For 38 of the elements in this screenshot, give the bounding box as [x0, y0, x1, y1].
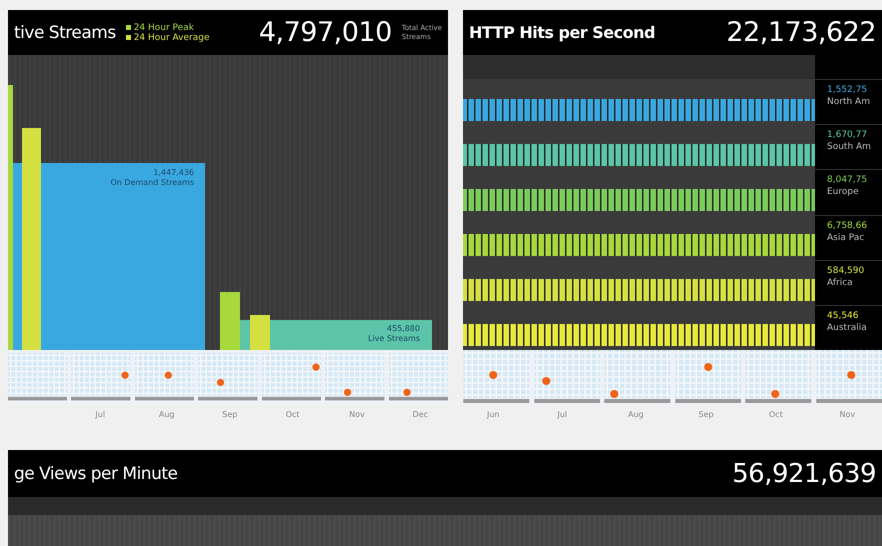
region-value: 1,670,77: [827, 129, 868, 142]
region-value: 8,047,75: [827, 174, 868, 186]
panel-title: ge Views per Minute: [14, 464, 178, 484]
month-label: Sep: [221, 409, 238, 421]
month-label: Dec: [412, 409, 430, 421]
peak-bar: [220, 292, 240, 350]
legend-label: 24 Hour Peak: [134, 22, 194, 32]
panel-title: HTTP Hits per Second: [469, 23, 655, 42]
month-label: Aug: [158, 409, 176, 421]
total-count: 56,921,639: [732, 458, 876, 488]
region-name: Asia Pac: [827, 232, 866, 244]
total-count: 22,173,622: [726, 17, 876, 48]
peak-bar: [250, 315, 270, 350]
month-label: Jul: [556, 409, 568, 421]
legend-label: 24 Hour Average: [134, 32, 210, 42]
region-value: 584,590: [827, 264, 866, 277]
region-value: 6,758,66: [827, 220, 868, 232]
region-name: North Am: [827, 96, 871, 108]
month-label: Jun: [486, 409, 500, 421]
region-name: Europe: [827, 186, 860, 198]
month-label: Sep: [698, 409, 715, 421]
month-label: Oct: [768, 409, 784, 421]
region-name: South Am: [827, 141, 872, 154]
month-label: Jul: [94, 409, 106, 421]
total-count: 4,797,010: [258, 17, 392, 48]
month-label: Oct: [284, 409, 301, 421]
region-value: 1,552,75: [827, 84, 868, 96]
region-value: 45,546: [827, 310, 860, 322]
stream-label: Live Streams: [368, 334, 420, 343]
month-label: Nov: [838, 409, 856, 421]
panel-title: tive Streams: [14, 22, 116, 42]
region-name: Africa: [827, 276, 854, 289]
stream-label: On Demand Streams: [110, 178, 194, 187]
month-label: Nov: [348, 409, 366, 421]
region-name: Australia: [827, 322, 868, 334]
stream-value: 1,447,436: [153, 168, 194, 177]
stream-value: 455,880: [386, 324, 420, 333]
month-label: Aug: [627, 409, 645, 421]
